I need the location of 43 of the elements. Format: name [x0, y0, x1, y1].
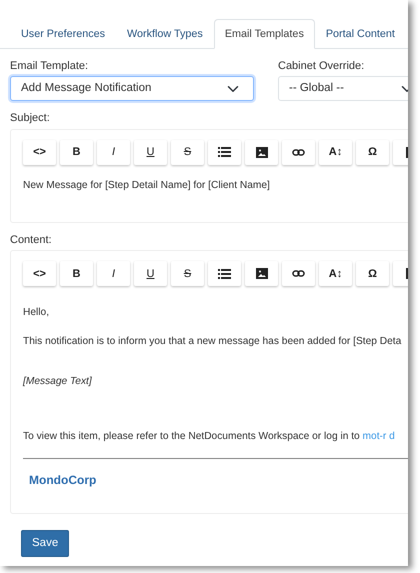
toolbar-button[interactable]: B: [60, 261, 93, 286]
paragraph: To view this item, please refer to the NetDocuments Workspace or log in to mot-r d: [23, 430, 396, 444]
company-name: MondoCorp: [29, 473, 98, 489]
paragraph: This notification is to inform you that a new message has been added for [Step Deta: [23, 335, 402, 349]
toolbar-button[interactable]: <>: [23, 140, 56, 165]
link-button[interactable]: [282, 261, 315, 286]
link-icon: [292, 148, 305, 156]
link-icon: [292, 270, 305, 278]
toolbar-button[interactable]: A↕: [319, 261, 352, 286]
field-label: Subject:: [10, 111, 51, 126]
paragraph: Hello,: [23, 306, 50, 320]
toolbar-button[interactable]: S: [171, 140, 204, 165]
toolbar-button[interactable]: I: [97, 140, 130, 165]
field-label: Cabinet Override:: [278, 59, 366, 74]
image-icon: [256, 268, 268, 280]
field-label: Content:: [10, 232, 53, 248]
image-icon: [256, 146, 268, 158]
subject-text: New Message for [Step Detail Name] for [Client Name]: [23, 178, 271, 192]
list-button[interactable]: [208, 261, 241, 286]
list-icon: [218, 268, 231, 279]
tab[interactable]: User Preferences: [10, 19, 116, 50]
toolbar-button[interactable]: Ω: [356, 140, 389, 165]
toolbar-button[interactable]: U: [134, 140, 167, 165]
dropdown[interactable]: -- Global --: [278, 76, 408, 102]
save-button[interactable]: Save: [21, 530, 70, 558]
tab[interactable]: Portal Content: [314, 19, 406, 50]
dropdown[interactable]: Add Message Notification: [10, 76, 254, 102]
image-button[interactable]: [245, 261, 278, 286]
field-label: Email Template:: [10, 59, 90, 74]
tab[interactable]: Email Templates: [214, 19, 315, 50]
tab[interactable]: Workflow Types: [116, 19, 214, 50]
link-button[interactable]: [282, 140, 315, 165]
list-icon: [218, 147, 231, 158]
toolbar-button[interactable]: B: [60, 140, 93, 165]
image-button[interactable]: [245, 140, 278, 165]
toolbar-button[interactable]: A↕: [319, 140, 352, 165]
paragraph: [Message Text]: [23, 374, 93, 388]
toolbar-button[interactable]: U: [134, 261, 167, 286]
list-button[interactable]: [208, 140, 241, 165]
toolbar-button[interactable]: I: [97, 261, 130, 286]
toolbar-button[interactable]: Ω: [356, 261, 389, 286]
toolbar-button[interactable]: S: [171, 261, 204, 286]
toolbar-button[interactable]: <>: [23, 261, 56, 286]
